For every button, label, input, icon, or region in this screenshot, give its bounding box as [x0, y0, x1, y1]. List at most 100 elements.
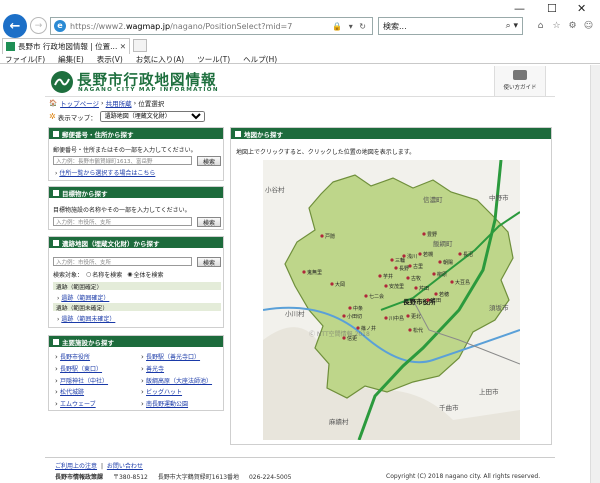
map-point[interactable] — [438, 260, 442, 264]
menu-favorites[interactable]: お気に入り(A) — [136, 54, 184, 65]
map-panel-header: 地図から探す — [231, 128, 551, 139]
menu-view[interactable]: 表示(V) — [97, 54, 123, 65]
map-point[interactable] — [342, 336, 346, 340]
gear-icon[interactable]: ⚙ — [566, 19, 579, 32]
address-panel-header: 郵便番号・住所から探す — [49, 128, 223, 139]
map-point[interactable] — [342, 314, 346, 318]
map-point[interactable] — [432, 272, 436, 276]
ruins-input[interactable]: 入力例：市役所、支所 — [53, 257, 192, 266]
map-point[interactable] — [320, 234, 324, 238]
favorites-icon[interactable]: ☆ — [550, 19, 563, 32]
logo-subtitle: NAGANO CITY MAP INFORMATION — [78, 87, 219, 93]
map-point[interactable] — [384, 284, 388, 288]
map-point[interactable] — [434, 292, 438, 296]
map-point[interactable] — [364, 294, 368, 298]
map-point[interactable] — [356, 326, 360, 330]
map-point[interactable] — [402, 254, 406, 258]
close-icon[interactable]: ✕ — [577, 2, 586, 15]
back-button[interactable]: ← — [3, 14, 27, 38]
maximize-icon[interactable]: ☐ — [547, 2, 557, 15]
search-icon[interactable]: ⌕ ▾ — [506, 21, 518, 31]
forward-button[interactable]: → — [30, 17, 47, 34]
map-label: 小谷村 — [265, 185, 285, 194]
map-label: 松代 — [413, 327, 423, 334]
facility-link[interactable]: 長野駅（東口） — [60, 366, 102, 373]
footer-contact-link[interactable]: お問い合わせ — [107, 463, 143, 470]
facility-link[interactable]: 長野駅（善光寺口） — [146, 354, 200, 361]
minimize-icon[interactable]: — — [514, 2, 525, 15]
tab-close-icon[interactable]: ✕ — [120, 42, 126, 51]
map-point[interactable] — [302, 270, 306, 274]
map-point[interactable] — [422, 232, 426, 236]
search-input[interactable]: 検索... ⌕ ▾ — [378, 17, 523, 35]
radio-name[interactable]: ○ — [86, 271, 91, 278]
new-tab-button[interactable] — [133, 39, 147, 52]
facilities-panel-header: 主要施設から探す — [49, 336, 223, 347]
url-path: /nagano/PositionSelect?mid=7 — [170, 21, 293, 31]
map-label: 信更 — [347, 335, 357, 342]
map-point[interactable] — [406, 314, 410, 318]
map-point[interactable] — [408, 264, 412, 268]
facilities-panel-title: 主要施設から探す — [62, 338, 114, 347]
facility-link[interactable]: 善光寺 — [146, 366, 164, 373]
map-point[interactable] — [384, 316, 388, 320]
map-point[interactable] — [418, 252, 422, 256]
facility-link[interactable]: エムウェーブ — [60, 401, 96, 408]
landmark-search-panel: 目標物から探す 目標物施設の名称やその一部を入力してください。 入力例：市役所、… — [48, 186, 224, 230]
map-label: 麻績村 — [329, 417, 349, 426]
ruins-link-1[interactable]: 遺跡（範囲確定） — [61, 295, 109, 302]
menu-tools[interactable]: ツール(T) — [197, 54, 230, 65]
scrollbar[interactable] — [590, 65, 600, 483]
address-list-link[interactable]: 住所一覧から選択する場合はこちら — [59, 170, 155, 177]
address-search-button[interactable]: 検索 — [197, 156, 221, 166]
address-input[interactable]: 入力例：長野市鶴賀緑町1613、富岳野 — [53, 156, 192, 165]
map-point[interactable] — [414, 286, 418, 290]
facility-link[interactable]: 南長野運動公園 — [146, 401, 188, 408]
footer-postal: 〒380-8512 — [112, 474, 148, 481]
map-point[interactable] — [406, 276, 410, 280]
map-canvas[interactable]: Ⓒ NTT空間情報 2018 小谷村信濃町飯綱町中野市須坂市長野市役所小川村千曲… — [263, 160, 520, 440]
map-point[interactable] — [458, 252, 462, 256]
map-point[interactable] — [378, 274, 382, 278]
map-point[interactable] — [426, 298, 430, 302]
map-point[interactable] — [450, 280, 454, 284]
menu-help[interactable]: ヘルプ(H) — [243, 54, 277, 65]
guide-button[interactable]: 使い方ガイド — [494, 66, 546, 96]
map-point[interactable] — [348, 306, 352, 310]
site-logo[interactable]: 長野市行政地図情報 NAGANO CITY MAP INFORMATION — [50, 69, 240, 97]
breadcrumb-shared[interactable]: 共用所蔵 — [106, 98, 132, 108]
panel-icon — [235, 130, 241, 137]
facility-link[interactable]: 長野市役所 — [60, 354, 90, 361]
facility-link[interactable]: 戸隠神社（中社） — [60, 378, 108, 385]
map-label: 柳原 — [437, 271, 447, 278]
menu-bar: ファイル(F) 編集(E) 表示(V) お気に入り(A) ツール(T) ヘルプ(… — [0, 54, 600, 65]
breadcrumb-current: 位置選択 — [138, 100, 165, 108]
facility-link[interactable]: 松代城跡 — [60, 389, 84, 396]
map-label: 篠ノ井 — [361, 325, 376, 332]
facility-link[interactable]: ビッグハット — [146, 389, 182, 396]
map-label: 千曲市 — [439, 403, 459, 412]
facility-link[interactable]: 飯綱高原（大座法師池） — [146, 378, 212, 385]
map-panel-title: 地図から探す — [244, 130, 283, 139]
address-bar[interactable]: e https://www2. wagmap.jp/nagano/Position… — [50, 17, 373, 35]
browser-tab[interactable]: 長野市 行政地図情報 | 位置... ✕ — [2, 38, 130, 54]
footer-phone: 026-224-5005 — [248, 474, 292, 481]
home-icon[interactable]: ⌂ — [534, 19, 547, 32]
facility-item: › 善光寺 — [141, 364, 165, 373]
radio-all[interactable]: ◉ — [127, 271, 132, 278]
map-select[interactable]: 遺跡地図（埋蔵文化財） — [99, 111, 205, 122]
landmark-search-button[interactable]: 検索 — [197, 217, 221, 227]
map-point[interactable] — [390, 258, 394, 262]
ruins-link-2[interactable]: 遺跡（範囲未確定） — [61, 316, 115, 323]
menu-edit[interactable]: 編集(E) — [58, 54, 84, 65]
landmark-input[interactable]: 入力例：市役所、支所 — [53, 217, 192, 226]
ruins-search-button[interactable]: 検索 — [197, 257, 221, 267]
map-point[interactable] — [394, 266, 398, 270]
address-tools-icon[interactable]: 🔒 ▾ ↻ — [332, 22, 372, 31]
map-point[interactable] — [330, 282, 334, 286]
map-point[interactable] — [408, 328, 412, 332]
menu-file[interactable]: ファイル(F) — [5, 54, 45, 65]
breadcrumb-top[interactable]: トップページ — [60, 98, 99, 108]
smiley-icon[interactable]: ☺ — [582, 19, 595, 32]
footer-notice-link[interactable]: ご利用上の注意 — [55, 463, 97, 470]
